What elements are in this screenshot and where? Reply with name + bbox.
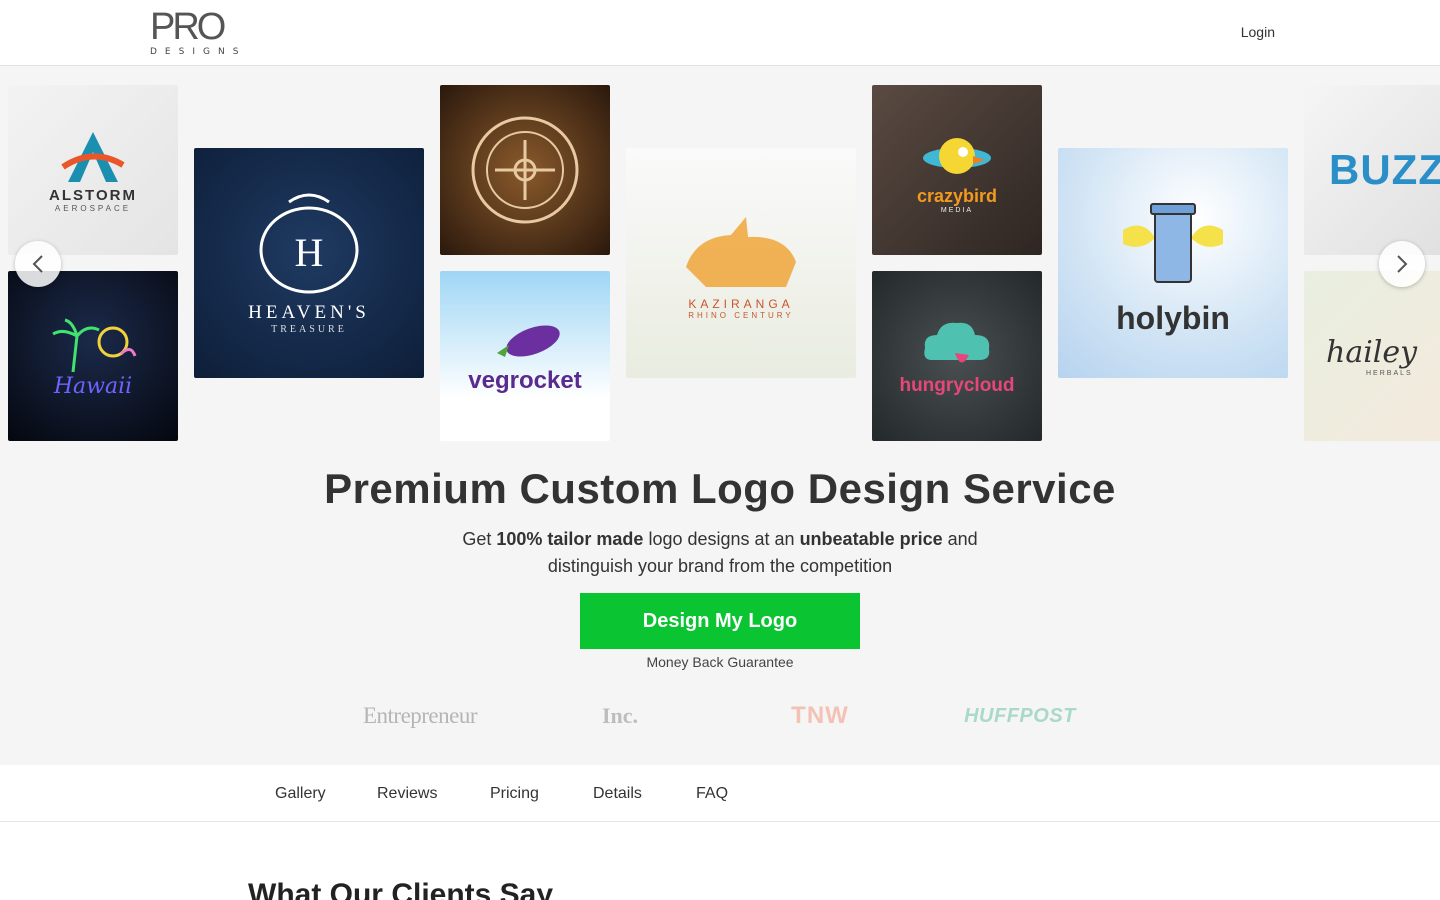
tile-label: hailey xyxy=(1326,335,1418,370)
login-link[interactable]: Login xyxy=(1241,24,1275,40)
bird-icon xyxy=(923,138,991,174)
hero-sub-bold-2: unbeatable price xyxy=(799,529,943,549)
nav-faq[interactable]: FAQ xyxy=(696,785,728,803)
portfolio-tile-crazybird[interactable]: crazybird MEDIA xyxy=(872,85,1042,255)
hero-sub-text-2: logo designs at an xyxy=(643,529,800,549)
alstorm-emblem-icon xyxy=(61,132,125,182)
tile-sublabel: RHINO CENTURY xyxy=(688,310,794,320)
crest-icon: H xyxy=(259,193,359,293)
palm-tree-icon xyxy=(52,318,137,372)
tile-label: hungrycloud xyxy=(899,375,1015,396)
section-title: What Our Clients Say xyxy=(248,878,554,900)
hero-sub-line-2: distinguish your brand from the competit… xyxy=(547,556,893,576)
press-logo-tnw: TNW xyxy=(791,702,849,729)
portfolio-tile-buzz[interactable]: BUZZ xyxy=(1304,85,1440,255)
portfolio-tile-heavens-treasure[interactable]: H HEAVEN'S TREASURE xyxy=(194,148,424,378)
press-logo-entrepreneur: Entrepreneur xyxy=(362,703,478,728)
prodesigns-logo[interactable]: PRO DESIGNS xyxy=(150,8,264,58)
tile-label: Hawaii xyxy=(53,373,133,399)
hero-sub-bold-1: 100% tailor made xyxy=(496,529,644,549)
portfolio-tile-hawaii[interactable]: Hawaii xyxy=(8,271,178,441)
tile-label: KAZIRANGA xyxy=(688,296,794,311)
nav-gallery[interactable]: Gallery xyxy=(275,785,326,803)
tile-label: ALSTORM xyxy=(49,187,137,204)
hero-sub-text-3: and xyxy=(942,529,978,549)
chevron-left-icon xyxy=(32,255,43,273)
carousel-prev-button[interactable] xyxy=(15,241,61,287)
hero-title: Premium Custom Logo Design Service xyxy=(324,465,1116,512)
section-nav: Gallery Reviews Pricing Details FAQ xyxy=(0,765,1440,822)
trash-bin-icon xyxy=(1123,202,1223,283)
money-back-guarantee: Money Back Guarantee xyxy=(646,654,794,670)
portfolio-tile-kaziranga[interactable]: KAZIRANGA RHINO CENTURY xyxy=(626,148,856,378)
logo-carousel: ALSTORM AEROSPACE Hawaii H HEAVEN'S TREA… xyxy=(0,66,1440,456)
portfolio-tile-aetos[interactable] xyxy=(440,85,610,255)
portfolio-tile-hailey[interactable]: hailey HERBALS xyxy=(1304,271,1440,441)
carousel-next-button[interactable] xyxy=(1379,241,1425,287)
tile-sublabel: MEDIA xyxy=(940,207,974,214)
portfolio-tile-alstorm[interactable]: ALSTORM AEROSPACE xyxy=(8,85,178,255)
rhino-icon xyxy=(686,216,796,287)
tile-sublabel: TREASURE xyxy=(271,323,347,335)
tile-label: BUZZ xyxy=(1329,146,1440,193)
press-logo-inc: Inc. xyxy=(601,703,639,728)
svg-text:H: H xyxy=(295,230,324,275)
top-header: PRO DESIGNS Login xyxy=(0,0,1440,66)
chevron-right-icon xyxy=(1397,255,1408,273)
portfolio-tile-holybin[interactable]: holybin xyxy=(1058,148,1288,378)
portfolio-tile-vegrocket[interactable]: vegrocket xyxy=(440,271,610,441)
eggplant-rocket-icon xyxy=(497,325,560,357)
tile-label: holybin xyxy=(1116,299,1230,336)
portfolio-tile-hungrycloud[interactable]: hungrycloud xyxy=(872,271,1042,441)
hero-subtitle: Get 100% tailor made logo designs at an … xyxy=(0,526,1440,580)
tile-sublabel: HERBALS xyxy=(1366,370,1413,377)
press-logo-huffpost: HUFFPOST xyxy=(964,704,1076,727)
tile-label: HEAVEN'S xyxy=(248,301,370,323)
reviews-section xyxy=(0,822,1440,900)
tile-label: vegrocket xyxy=(468,367,582,394)
nav-details[interactable]: Details xyxy=(593,785,642,803)
tile-label: crazybird xyxy=(916,186,998,206)
design-my-logo-button[interactable]: Design My Logo xyxy=(580,593,860,649)
nav-reviews[interactable]: Reviews xyxy=(377,785,437,803)
cloud-icon xyxy=(924,322,990,363)
logo-mark: PRO xyxy=(150,6,226,48)
medallion-icon xyxy=(471,116,579,224)
logo-subtitle: DESIGNS xyxy=(150,47,247,57)
tile-sublabel: AEROSPACE xyxy=(54,204,132,213)
nav-pricing[interactable]: Pricing xyxy=(490,785,539,803)
hero-sub-text-1: Get xyxy=(462,529,497,549)
